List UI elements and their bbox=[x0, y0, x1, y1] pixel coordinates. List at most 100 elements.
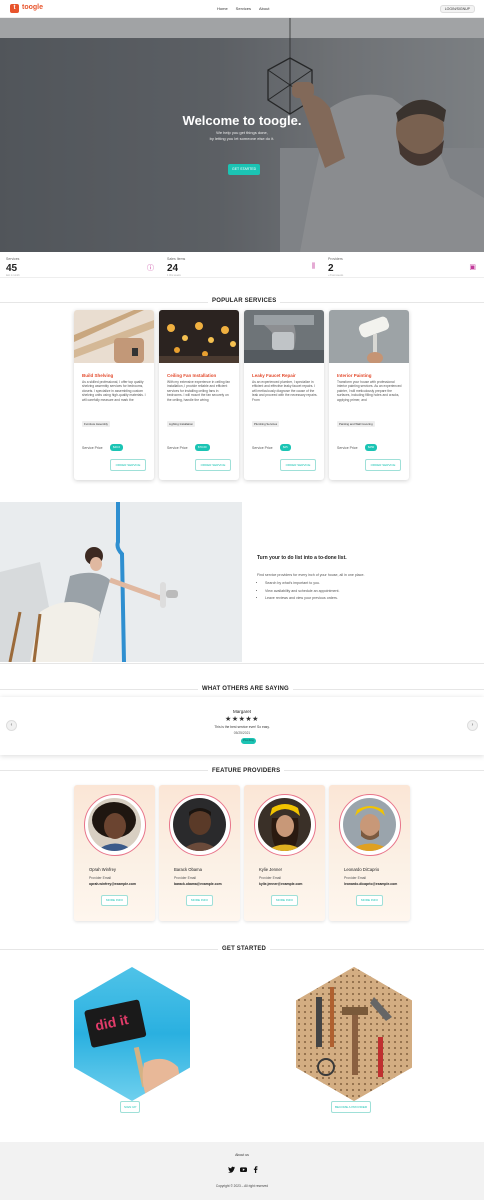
copyright-text: Copyright © 2023 – All right reserved bbox=[215, 1184, 269, 1188]
facebook-icon[interactable] bbox=[252, 1166, 259, 1173]
provider-name: Oprah Winfrey bbox=[89, 867, 116, 872]
service-price-badge: $25 bbox=[280, 444, 291, 451]
chevron-right-icon[interactable]: › bbox=[467, 720, 478, 731]
brand-name[interactable]: toogle bbox=[22, 4, 43, 11]
painter-photo bbox=[0, 502, 242, 662]
order-service-button[interactable]: ORDER SERVICE bbox=[280, 459, 316, 471]
stat-services: Services 45 last 1 month ⓘ bbox=[6, 257, 154, 277]
review-category-badge: Plumbing bbox=[241, 738, 256, 744]
service-image bbox=[329, 310, 409, 363]
more-info-button[interactable]: MORE INFO bbox=[271, 895, 298, 906]
service-title: Ceiling Fan Installation bbox=[167, 373, 217, 378]
chevron-left-icon[interactable]: ‹ bbox=[6, 720, 17, 731]
nav-links: Home Services About bbox=[217, 6, 269, 11]
service-price-label: Service Price bbox=[337, 446, 358, 450]
more-info-button[interactable]: MORE INFO bbox=[101, 895, 128, 906]
service-price-label: Service Price bbox=[252, 446, 273, 450]
provider-email-label: Provider Email bbox=[259, 876, 282, 880]
service-title: Leaky Faucet Repair bbox=[252, 373, 296, 378]
provider-email-label: Provider Email bbox=[89, 876, 112, 880]
service-description: Transform your house with professional i… bbox=[337, 380, 402, 402]
feature-providers-title: FEATURE PROVIDERS bbox=[208, 768, 285, 774]
order-service-button[interactable]: ORDER SERVICE bbox=[365, 459, 401, 471]
avatar bbox=[169, 794, 231, 856]
service-image bbox=[74, 310, 154, 363]
order-service-button[interactable]: ORDER SERVICE bbox=[195, 459, 231, 471]
provider-email: kylie.jenner@example.com bbox=[259, 882, 303, 886]
provider-name: Kylie Jenner bbox=[259, 867, 283, 872]
youtube-icon[interactable] bbox=[240, 1166, 247, 1173]
service-price-badge: $40.0 bbox=[110, 444, 123, 451]
stat-providers: Providers 2 +3 last weeks ▣ bbox=[328, 257, 476, 277]
avatar bbox=[254, 794, 316, 856]
get-started-button[interactable]: GET STARTED bbox=[228, 164, 261, 175]
sign-up-image: did it bbox=[74, 967, 190, 1101]
become-provider-image bbox=[296, 967, 412, 1101]
service-price-badge: $70.00 bbox=[195, 444, 210, 451]
nav-link-home[interactable]: Home bbox=[217, 6, 228, 11]
stats-bar: Services 45 last 1 month ⓘ Sales Items 2… bbox=[0, 252, 484, 278]
service-price-label: Service Price bbox=[82, 446, 103, 450]
navbar: t toogle Home Services About LOGIN/SIGNU… bbox=[0, 0, 484, 18]
popular-services-title: POPULAR SERVICES bbox=[208, 298, 281, 304]
social-links bbox=[228, 1166, 259, 1173]
service-category-tag: Furniture Assembly bbox=[82, 421, 110, 427]
service-image bbox=[159, 310, 239, 363]
logo-icon[interactable]: t bbox=[10, 4, 19, 13]
provider-email: leonardo.dicaprio@example.com bbox=[344, 882, 398, 886]
hero-title: Welcome to toogle. bbox=[182, 113, 302, 128]
service-category-tag: Plumbing Services bbox=[252, 421, 280, 427]
service-description: As an experienced plumber, I specialize … bbox=[252, 380, 318, 402]
service-category-tag: Painting and Wall Covering bbox=[337, 421, 375, 427]
nav-link-about[interactable]: About bbox=[259, 6, 269, 11]
provider-card: Leonardo DiCaprio Provider Email leonard… bbox=[329, 785, 410, 921]
star-rating-icon: ★★★★★ bbox=[225, 716, 259, 723]
list-item: View availability and schedule an appoin… bbox=[265, 588, 339, 596]
divider bbox=[0, 663, 484, 664]
more-info-button[interactable]: MORE INFO bbox=[186, 895, 213, 906]
service-price-badge: $250 bbox=[365, 444, 378, 451]
get-started-title: GET STARTED bbox=[218, 946, 271, 952]
order-service-button[interactable]: ORDER SERVICE bbox=[110, 459, 146, 471]
service-image bbox=[244, 310, 324, 363]
service-price-label: Service Price bbox=[167, 446, 188, 450]
provider-email: barack.obama@example.com bbox=[174, 882, 222, 886]
footer: About us Copyright © 2023 – All right re… bbox=[0, 1142, 484, 1200]
twitter-icon[interactable] bbox=[228, 1166, 235, 1173]
provider-card: Barack Obama Provider Email barack.obama… bbox=[159, 785, 240, 921]
stat-sales: Sales Items 24 1 this weeks ⫼ bbox=[167, 257, 315, 277]
provider-email-label: Provider Email bbox=[174, 876, 197, 880]
avatar bbox=[339, 794, 401, 856]
provider-name: Leonardo DiCaprio bbox=[344, 867, 380, 872]
todo-list: Search by what's important to you. View … bbox=[261, 580, 339, 603]
avatar bbox=[84, 794, 146, 856]
service-card[interactable]: Leaky Faucet Repair As an experienced pl… bbox=[244, 310, 324, 480]
list-item: Leave reviews and view your previous ord… bbox=[265, 595, 339, 603]
service-category-tag: Lighting Installation bbox=[167, 421, 195, 427]
testimonials-title: WHAT OTHERS ARE SAYING bbox=[198, 686, 293, 692]
todo-title: Turn your to do list into a to-done list… bbox=[257, 555, 347, 561]
sign-up-button[interactable]: SIGN UP bbox=[120, 1101, 141, 1113]
about-us-link[interactable]: About us bbox=[0, 1153, 484, 1157]
provider-name: Barack Obama bbox=[174, 867, 202, 872]
review-text: This is the best service ever! So easy. bbox=[214, 725, 270, 729]
review-date: 05/25/2021 bbox=[233, 731, 251, 735]
login-signup-button[interactable]: LOGIN/SIGNUP bbox=[439, 5, 475, 13]
list-item: Search by what's important to you. bbox=[265, 580, 339, 588]
nav-link-services[interactable]: Services bbox=[236, 6, 251, 11]
service-description: As a skilled professional, I offer top q… bbox=[82, 380, 146, 402]
reviewer-name: Margaret bbox=[232, 709, 251, 714]
shop-icon: ▣ bbox=[469, 264, 476, 271]
service-title: Interior Painting bbox=[337, 373, 372, 378]
testimonial-card: Margaret ★★★★★ This is the best service … bbox=[0, 697, 484, 755]
more-info-button[interactable]: MORE INFO bbox=[356, 895, 383, 906]
provider-email-label: Provider Email bbox=[344, 876, 367, 880]
provider-card: Kylie Jenner Provider Email kylie.jenner… bbox=[244, 785, 325, 921]
service-card[interactable]: Build Shelving As a skilled professional… bbox=[74, 310, 154, 480]
service-title: Build Shelving bbox=[82, 373, 114, 378]
service-card[interactable]: Interior Painting Transform your house w… bbox=[329, 310, 409, 480]
service-card[interactable]: Ceiling Fan Installation With my extensi… bbox=[159, 310, 239, 480]
hero-banner: Welcome to toogle. We help you get thing… bbox=[0, 18, 484, 252]
provider-email: oprah.winfrey@example.com bbox=[89, 882, 137, 886]
become-provider-button[interactable]: BECOME A PROVIDER bbox=[331, 1101, 372, 1113]
